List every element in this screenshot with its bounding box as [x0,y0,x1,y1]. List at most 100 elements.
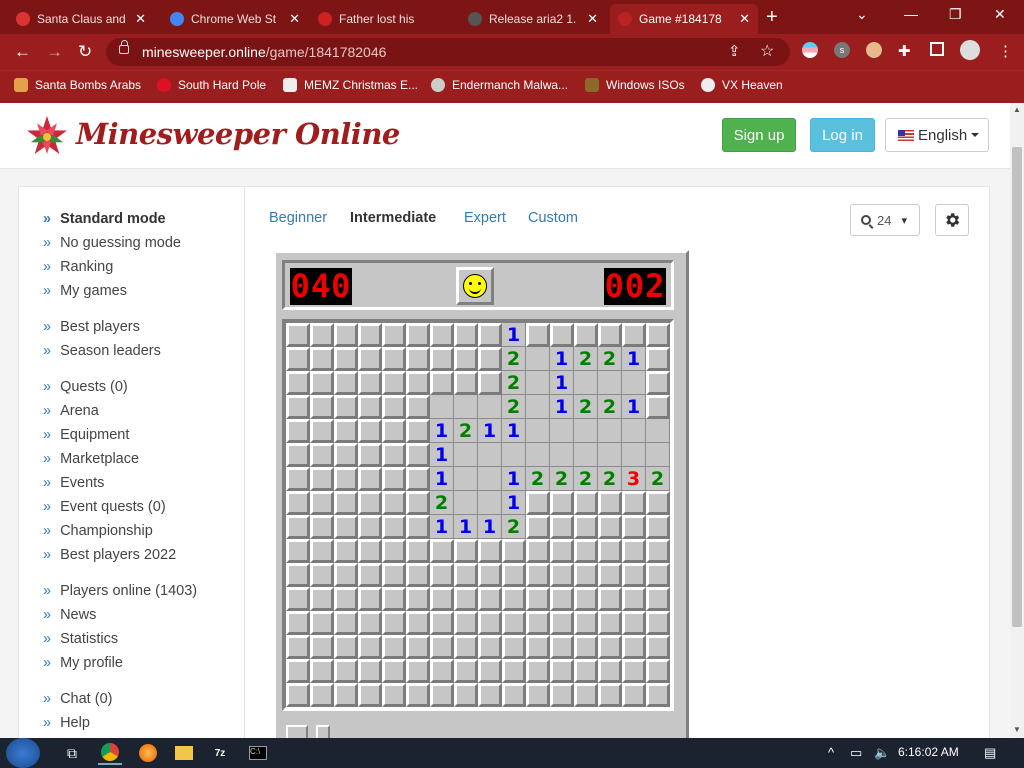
restore-icon[interactable]: ❐ [949,6,962,23]
cell-open[interactable] [574,371,598,395]
cell-closed[interactable] [430,323,454,347]
cell-closed[interactable] [646,587,670,611]
cell-closed[interactable] [454,323,478,347]
cell-number[interactable]: 1 [502,467,526,491]
cell-closed[interactable] [574,515,598,539]
cell-closed[interactable] [550,587,574,611]
cell-closed[interactable] [526,539,550,563]
cell-closed[interactable] [430,563,454,587]
cell-closed[interactable] [526,491,550,515]
cell-closed[interactable] [526,587,550,611]
login-button[interactable]: Log in [810,118,875,152]
cell-closed[interactable] [430,683,454,707]
sidebar-item-my-profile[interactable]: My profile [43,655,123,671]
cell-number[interactable]: 1 [478,515,502,539]
cell-closed[interactable] [646,539,670,563]
cell-closed[interactable] [310,491,334,515]
cell-closed[interactable] [598,323,622,347]
cell-closed[interactable] [526,611,550,635]
sidebar-item-best-players-2022[interactable]: Best players 2022 [43,547,176,563]
7zip-icon[interactable]: 7z [208,741,232,765]
chrome-taskbar-icon[interactable] [98,741,122,765]
cell-closed[interactable] [382,371,406,395]
poinsettia-logo-icon[interactable] [24,114,70,160]
cell-closed[interactable] [430,347,454,371]
cell-closed[interactable] [382,467,406,491]
cell-open[interactable] [526,443,550,467]
cell-open[interactable] [526,419,550,443]
firefox-taskbar-icon[interactable] [136,741,160,765]
cell-open[interactable] [574,443,598,467]
cell-closed[interactable] [286,443,310,467]
cell-closed[interactable] [502,659,526,683]
cell-closed[interactable] [478,587,502,611]
cell-closed[interactable] [646,635,670,659]
cell-closed[interactable] [382,587,406,611]
cell-closed[interactable] [478,635,502,659]
cell-closed[interactable] [334,683,358,707]
start-orb-icon[interactable] [6,738,40,768]
new-tab-icon[interactable]: + [766,7,778,27]
cell-number[interactable]: 2 [526,467,550,491]
cell-closed[interactable] [454,659,478,683]
cell-open[interactable] [478,491,502,515]
cell-closed[interactable] [286,587,310,611]
cell-closed[interactable] [574,587,598,611]
cell-closed[interactable] [334,659,358,683]
cell-closed[interactable] [358,371,382,395]
cell-closed[interactable] [286,515,310,539]
cell-closed[interactable] [310,587,334,611]
cell-closed[interactable] [310,659,334,683]
cell-closed[interactable] [334,419,358,443]
cell-closed[interactable] [622,611,646,635]
cell-closed[interactable] [502,611,526,635]
cell-closed[interactable] [406,467,430,491]
level-tab-intermediate[interactable]: Intermediate [350,210,436,226]
cell-open[interactable] [454,467,478,491]
level-tab-expert[interactable]: Expert [464,210,506,226]
extension-flag-icon[interactable] [802,42,818,58]
cell-number[interactable]: 1 [430,515,454,539]
cell-number[interactable]: 1 [454,515,478,539]
cell-closed[interactable] [334,563,358,587]
close-tab-icon[interactable]: ✕ [289,11,300,27]
extension-avatar-icon[interactable] [866,42,882,58]
cell-closed[interactable] [454,611,478,635]
cell-closed[interactable] [358,659,382,683]
cell-open[interactable] [574,419,598,443]
cell-number[interactable]: 1 [430,467,454,491]
cell-closed[interactable] [526,635,550,659]
tab-santa-claus[interactable]: Santa Claus and ✕ [8,4,154,34]
cell-closed[interactable] [310,443,334,467]
cell-closed[interactable] [598,611,622,635]
minimize-icon[interactable]: — [904,6,918,22]
cell-closed[interactable] [406,347,430,371]
cell-closed[interactable] [454,563,478,587]
address-bar[interactable]: minesweeper.online/game/1841782046 ⇪ ☆ [106,38,790,66]
cell-number[interactable]: 1 [430,443,454,467]
cell-closed[interactable] [334,395,358,419]
cell-closed[interactable] [286,395,310,419]
cell-closed[interactable] [334,443,358,467]
cell-closed[interactable] [454,683,478,707]
sidebar-item-no-guessing[interactable]: No guessing mode [43,235,181,251]
cell-number[interactable]: 1 [430,419,454,443]
site-logo-text[interactable]: Minesweeper Online [76,117,400,151]
cell-closed[interactable] [646,491,670,515]
cell-closed[interactable] [646,611,670,635]
cell-closed[interactable] [598,563,622,587]
cell-closed[interactable] [430,611,454,635]
cell-number[interactable]: 1 [550,347,574,371]
cell-closed[interactable] [358,539,382,563]
cell-closed[interactable] [286,323,310,347]
cell-closed[interactable] [382,635,406,659]
cell-closed[interactable] [406,683,430,707]
file-explorer-icon[interactable] [172,741,196,765]
cell-closed[interactable] [478,539,502,563]
cell-open[interactable] [478,443,502,467]
sidebar-item-my-games[interactable]: My games [43,283,127,299]
bookmark-santa-bombs[interactable]: Santa Bombs Arabs [14,78,141,92]
reload-icon[interactable]: ↻ [78,42,92,62]
sidebar-item-arena[interactable]: Arena [43,403,99,419]
cell-closed[interactable] [502,587,526,611]
